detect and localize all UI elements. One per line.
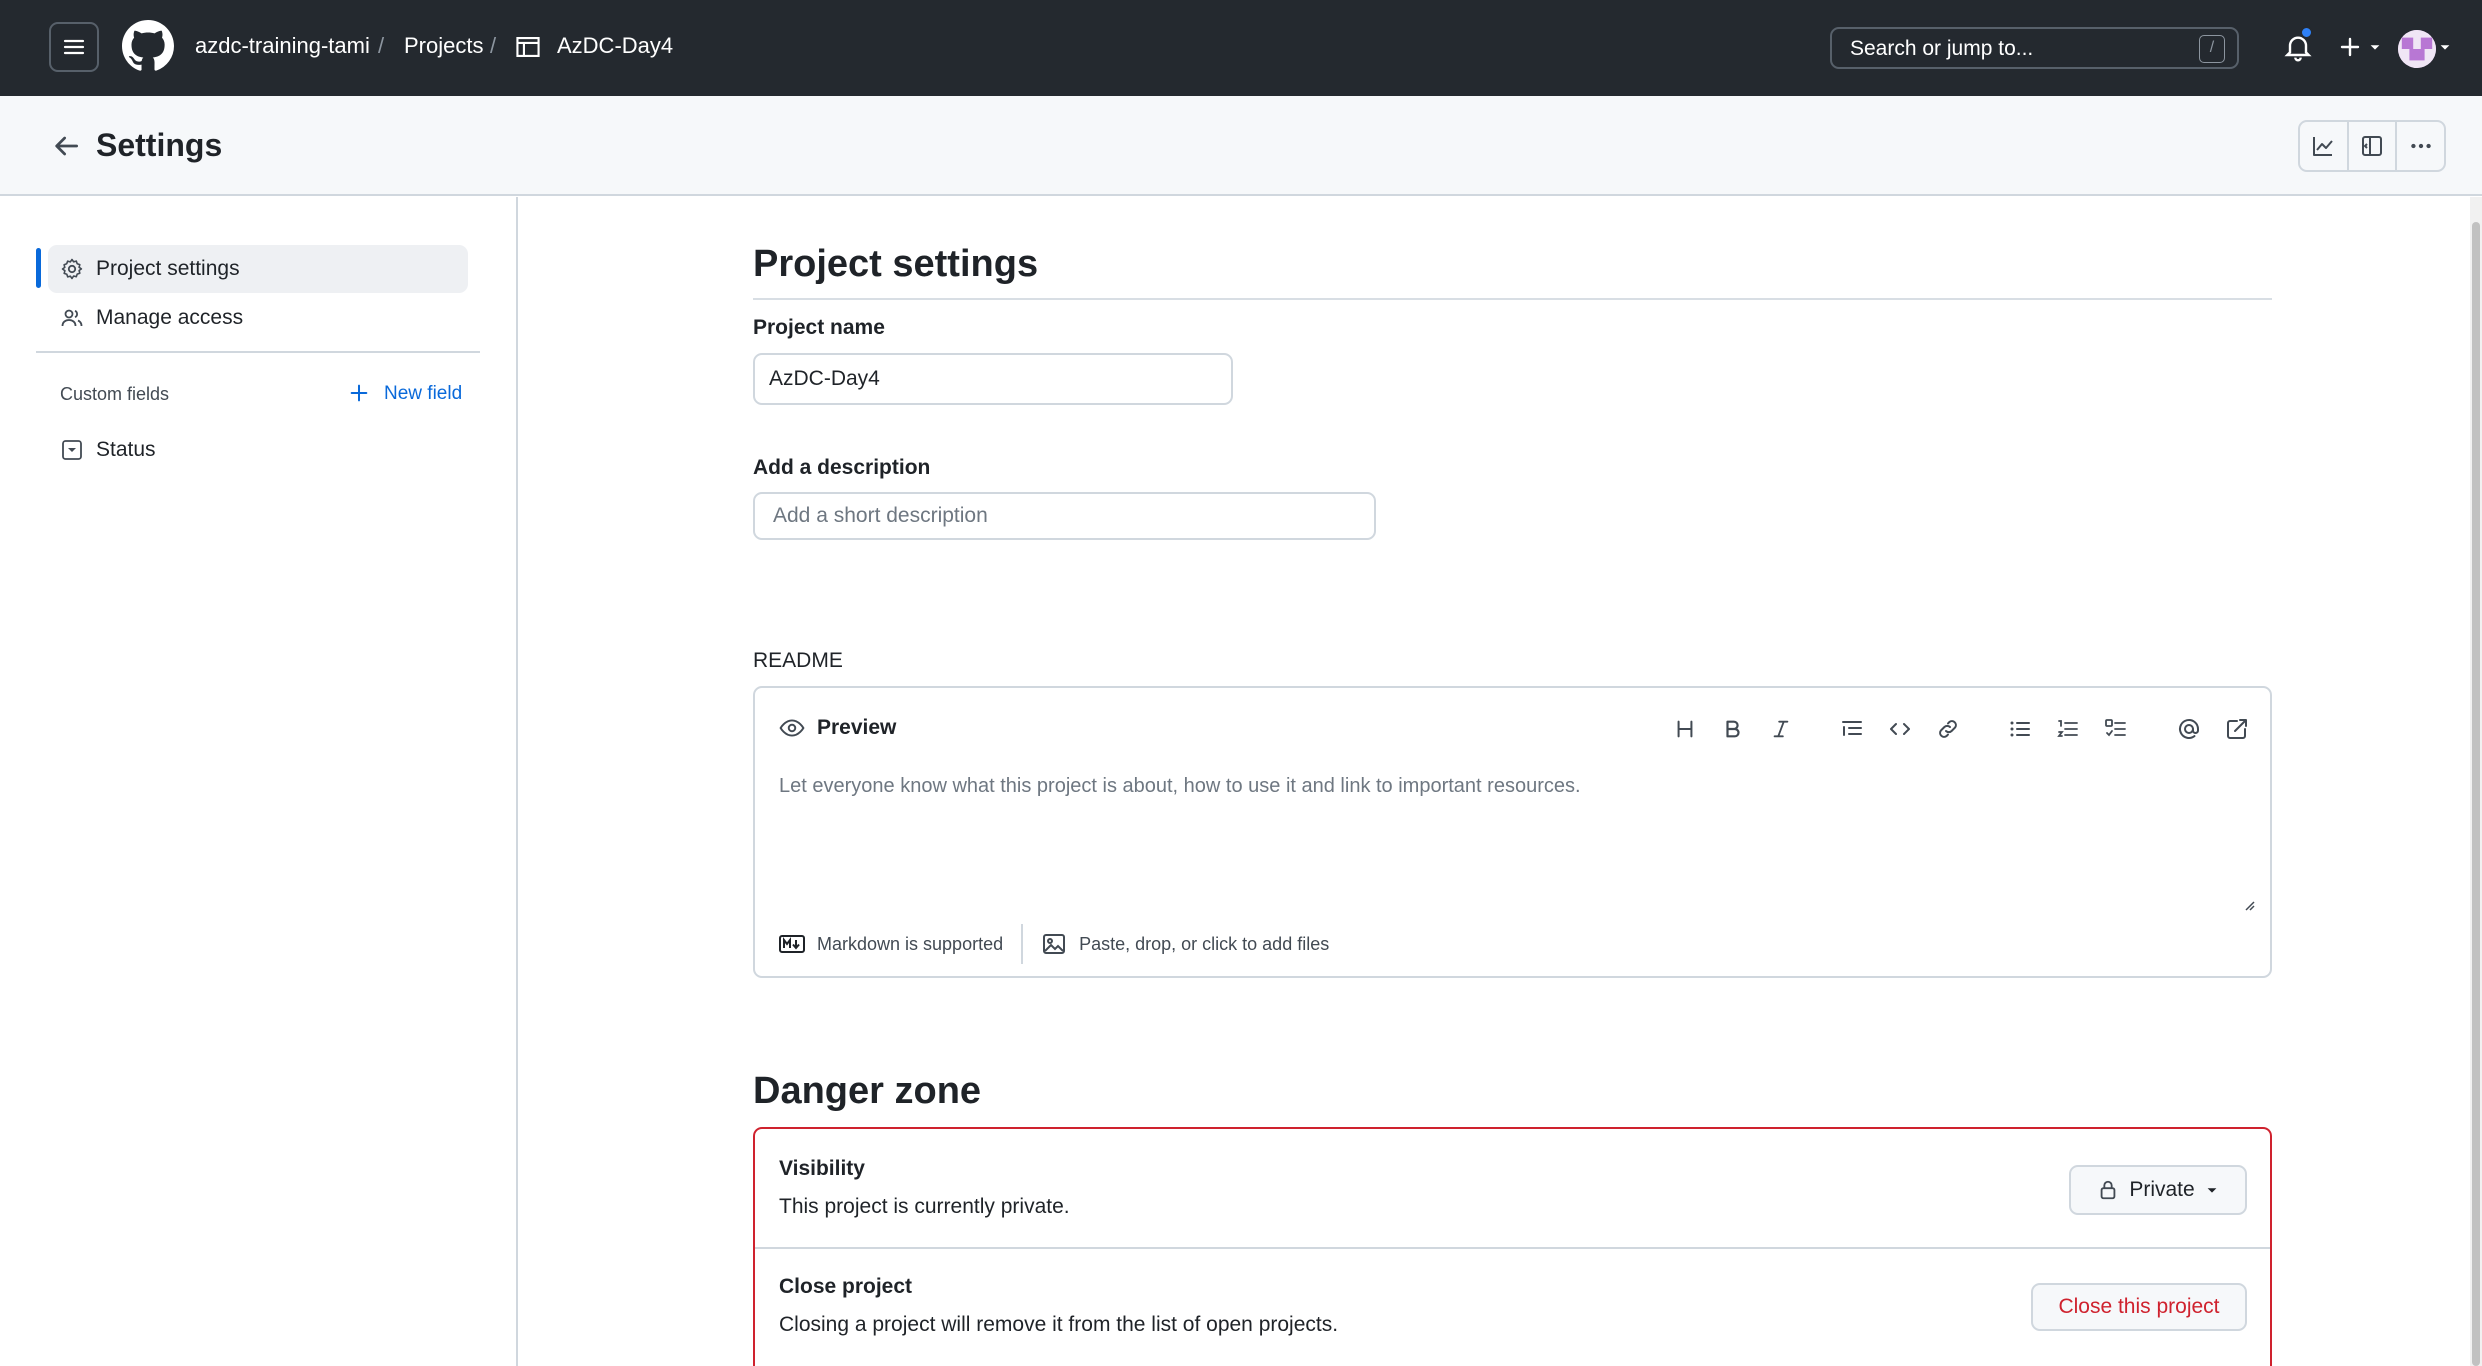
sidebar-item-label: Status: [96, 438, 156, 461]
markdown-toolbar: [755, 714, 2270, 744]
settings-sidebar: [0, 197, 518, 1366]
hamburger-icon: [63, 39, 85, 55]
people-icon: [61, 309, 83, 327]
visibility-title: Visibility: [779, 1157, 865, 1180]
project-name-value: AzDC-Day4: [769, 367, 880, 390]
close-project-button[interactable]: Close this project: [2031, 1283, 2247, 1331]
bold-icon[interactable]: [1718, 714, 1748, 744]
view-toolbar: [2298, 120, 2446, 172]
heading-icon[interactable]: [1670, 714, 1700, 744]
sidebar-divider: [36, 351, 480, 353]
markdown-supported-link[interactable]: Markdown is supported: [817, 934, 1003, 955]
lock-icon: [2100, 1180, 2116, 1200]
search-input[interactable]: Search or jump to... /: [1830, 27, 2239, 69]
plus-icon: [350, 384, 368, 402]
page-title: Settings: [96, 127, 223, 163]
caret-down-icon: [2207, 1188, 2217, 1193]
search-shortcut-key: /: [2199, 35, 2225, 63]
breadcrumb-separator: /: [378, 33, 385, 58]
caret-down-icon[interactable]: [2438, 40, 2452, 54]
single-select-icon: [62, 440, 82, 460]
readme-label: README: [753, 649, 843, 672]
project-name-input[interactable]: AzDC-Day4: [753, 353, 1233, 405]
sidebar-item-label: Project settings: [96, 257, 240, 280]
settings-heading: Project settings: [753, 243, 1039, 285]
notification-indicator: [2300, 26, 2313, 39]
create-new-button[interactable]: [2338, 28, 2388, 66]
avatar[interactable]: [2398, 30, 2436, 68]
active-indicator: [36, 248, 41, 288]
close-project-title: Close project: [779, 1275, 913, 1298]
readme-footer: Markdown is supported Paste, drop, or cl…: [779, 924, 1329, 964]
mention-icon[interactable]: [2174, 714, 2204, 744]
description-input[interactable]: Add a short description: [753, 492, 1376, 540]
danger-zone-divider: [755, 1247, 2270, 1249]
image-icon: [1043, 934, 1066, 954]
settings-subheader: [0, 96, 2482, 196]
scrollbar-thumb[interactable]: [2472, 222, 2480, 1366]
github-logo-icon[interactable]: [122, 20, 174, 72]
breadcrumb-projects[interactable]: Projects: [404, 30, 483, 62]
description-placeholder: Add a short description: [773, 504, 988, 527]
italic-icon[interactable]: [1766, 714, 1796, 744]
task-list-icon[interactable]: [2101, 714, 2131, 744]
more-options-button[interactable]: [2397, 122, 2444, 170]
breadcrumb-owner[interactable]: azdc-training-tami: [195, 30, 370, 62]
attach-files-link[interactable]: Paste, drop, or click to add files: [1079, 934, 1329, 955]
custom-fields-heading: Custom fields: [60, 384, 170, 404]
ordered-list-icon[interactable]: [2053, 714, 2083, 744]
visibility-value: Private: [2129, 1178, 2195, 1201]
breadcrumb-separator: /: [490, 33, 497, 58]
sidebar-item-status[interactable]: Status: [48, 426, 468, 474]
new-field-button[interactable]: New field: [348, 380, 464, 408]
danger-zone-heading: Danger zone: [753, 1070, 982, 1112]
menu-button[interactable]: [49, 22, 99, 72]
danger-zone-box: Visibility This project is currently pri…: [753, 1127, 2272, 1366]
reference-icon[interactable]: [2222, 714, 2252, 744]
gear-icon: [61, 258, 83, 280]
link-icon[interactable]: [1933, 714, 1963, 744]
readme-textarea[interactable]: Let everyone know what this project is a…: [779, 772, 1581, 800]
search-placeholder: Search or jump to...: [1850, 37, 2034, 60]
unordered-list-icon[interactable]: [2005, 714, 2035, 744]
resize-handle-icon[interactable]: [2240, 896, 2256, 912]
markdown-icon: [779, 935, 805, 953]
visibility-dropdown-button[interactable]: Private: [2069, 1165, 2247, 1215]
avatar-identicon: [2398, 30, 2436, 68]
visibility-description: This project is currently private.: [779, 1195, 1070, 1218]
plus-icon: [2340, 37, 2360, 57]
sidebar-item-label: Manage access: [96, 306, 244, 329]
sidebar-item-project-settings[interactable]: Project settings: [48, 245, 468, 293]
kebab-horizontal-icon: [2410, 143, 2431, 149]
project-name-label: Project name: [753, 316, 885, 339]
footer-divider: [1021, 924, 1024, 964]
caret-down-icon: [2370, 45, 2380, 50]
sidebar-collapse-icon: [2362, 136, 2382, 156]
graph-icon: [2313, 137, 2334, 156]
quote-icon[interactable]: [1837, 714, 1867, 744]
project-table-icon: [516, 37, 540, 57]
side-panel-button[interactable]: [2349, 122, 2398, 170]
close-project-description: Closing a project will remove it from th…: [779, 1313, 1339, 1336]
back-arrow-icon[interactable]: [50, 130, 82, 162]
readme-editor: Preview Let everyone know what this proj…: [753, 686, 2272, 978]
code-icon[interactable]: [1885, 714, 1915, 744]
insights-button[interactable]: [2300, 122, 2349, 170]
breadcrumb-project[interactable]: AzDC-Day4: [557, 30, 673, 62]
new-field-label: New field: [384, 383, 463, 404]
sidebar-item-manage-access[interactable]: Manage access: [48, 294, 468, 342]
heading-divider: [753, 298, 2272, 300]
description-label: Add a description: [753, 456, 931, 479]
